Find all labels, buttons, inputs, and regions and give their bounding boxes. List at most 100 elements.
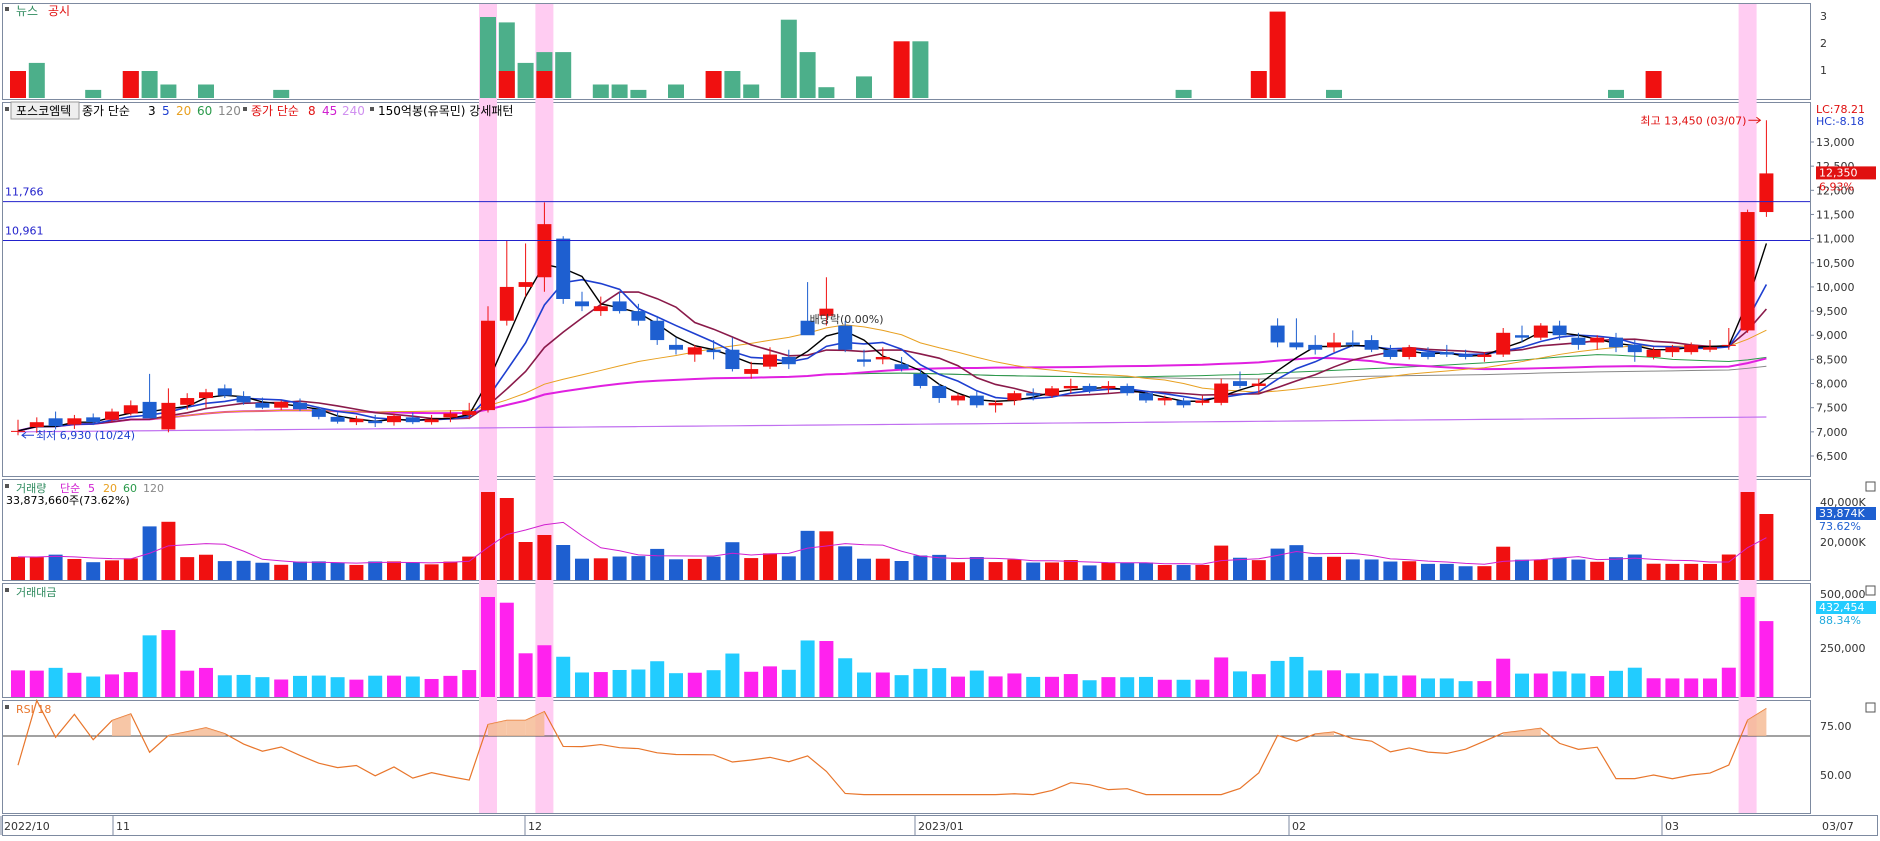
pattern-label: 150억봉(유목민) 강세패턴: [378, 104, 513, 118]
candle-body: [1157, 398, 1172, 401]
amount-bar: [1590, 676, 1605, 697]
volume-bars: [11, 492, 1774, 580]
news-bar: [912, 41, 929, 98]
x-label: 03/07: [1822, 820, 1854, 833]
volume-bar: [593, 558, 608, 580]
volume-current: 33,874K: [1819, 507, 1865, 520]
news-bar: [611, 84, 628, 98]
amount-bar: [781, 669, 796, 697]
amount-bar: [142, 635, 157, 697]
candle-body: [443, 413, 458, 418]
news-bar: [630, 89, 647, 98]
amount-bar: [612, 669, 627, 697]
candle-body: [1251, 383, 1266, 386]
candle-body: [593, 306, 608, 312]
candle-body: [67, 418, 82, 425]
news-bar: [85, 89, 102, 98]
disclosure-bar: [536, 71, 553, 98]
candle-body: [1176, 400, 1191, 406]
news-bar: [799, 52, 816, 98]
disclosure-bar: [1645, 71, 1662, 98]
candle-body: [612, 301, 627, 312]
candle-body: [988, 402, 1003, 406]
candle-body: [255, 402, 270, 408]
candle-body: [11, 430, 25, 432]
amount-bar: [1270, 660, 1285, 697]
rsi-overbought-fill: [206, 727, 225, 736]
volume-bar: [857, 558, 871, 580]
volume-bar: [1646, 563, 1661, 580]
amount-bar: [518, 653, 533, 697]
amount-bar: [1740, 597, 1755, 697]
volume-bar: [1383, 561, 1398, 580]
amount-bar: [1421, 678, 1435, 697]
candle-body: [631, 311, 646, 321]
low-annotation: 최저 6,930 (10/24): [36, 429, 135, 442]
price-tick: 7,500: [1816, 402, 1848, 415]
hc-value: HC:-8.18: [1816, 115, 1864, 128]
amount-bar: [293, 675, 307, 697]
amount-bar: [1120, 677, 1135, 697]
amount-bar: [838, 658, 853, 697]
candle-body: [781, 356, 796, 365]
candle-body: [725, 349, 740, 370]
disclosure-bar: [1269, 11, 1286, 99]
volume-bar: [274, 564, 289, 580]
volume-bar: [349, 564, 364, 580]
news-bar: [780, 19, 797, 99]
vol-ma-120: 120: [143, 482, 164, 495]
news-bar: [668, 84, 684, 98]
amount-bar: [1045, 676, 1059, 697]
close-icon[interactable]: [1865, 702, 1876, 713]
candle-body: [1026, 393, 1041, 396]
candle-body: [481, 320, 495, 411]
amount-bar: [1364, 673, 1379, 697]
stock-chart[interactable]: 13,00012,50012,00011,50011,00010,50010,0…: [0, 0, 1880, 837]
amount-bar: [1439, 678, 1454, 697]
volume-bar: [424, 564, 439, 580]
volume-bar: [1590, 561, 1605, 580]
panel-frames: [2, 3, 1878, 836]
low-arrow-icon: [21, 431, 34, 439]
amount-bar: [744, 671, 759, 697]
candle-body: [763, 354, 777, 367]
volume-bar: [1740, 492, 1755, 580]
candle-body: [575, 301, 589, 307]
x-label: 02: [1292, 820, 1306, 833]
amount-bar: [349, 679, 364, 697]
candle-body: [669, 344, 683, 350]
volume-bar: [1684, 563, 1699, 580]
amount-bars: [11, 597, 1774, 697]
volume-bar: [1214, 545, 1229, 580]
amount-bar: [105, 674, 119, 697]
candle-body: [1308, 344, 1323, 350]
volume-legend: 거래량 단순 5 20 60 120 33,873,660주(73.62%): [5, 482, 164, 507]
amount-bar: [1609, 670, 1623, 697]
ma-20: 20: [176, 104, 191, 118]
close-icon[interactable]: [1865, 585, 1876, 596]
rsi-label: RSI 18: [16, 703, 51, 716]
candle-body: [1571, 337, 1586, 345]
disclosure-bar: [10, 71, 26, 98]
candle-body: [236, 396, 251, 403]
disclosure-bar: [122, 71, 139, 98]
close-ma2-label: 종가 단순: [251, 104, 299, 118]
level-label-10961: 10,961: [5, 224, 44, 237]
candle-body: [1270, 325, 1285, 343]
volume-bar: [105, 560, 119, 580]
candle-body: [857, 359, 871, 362]
amount-bar: [631, 669, 646, 697]
amount-bar: [1233, 671, 1247, 697]
volume-bar: [1308, 556, 1323, 580]
rsi-tick: 50.00: [1820, 769, 1852, 782]
volume-bar: [462, 556, 477, 580]
rsi-line: [17, 698, 1767, 796]
price-legend[interactable]: 포스코엠텍 종가 단순 3 5 20 60 120 종가 단순 8 45 240…: [5, 101, 513, 120]
candle-body: [518, 282, 533, 287]
candle-body: [1120, 385, 1135, 394]
volume-bar: [1233, 557, 1247, 580]
close-icon[interactable]: [1865, 481, 1876, 492]
amount-bar: [443, 675, 458, 697]
ma-45: 45: [322, 104, 337, 118]
volume-bar: [781, 556, 796, 580]
